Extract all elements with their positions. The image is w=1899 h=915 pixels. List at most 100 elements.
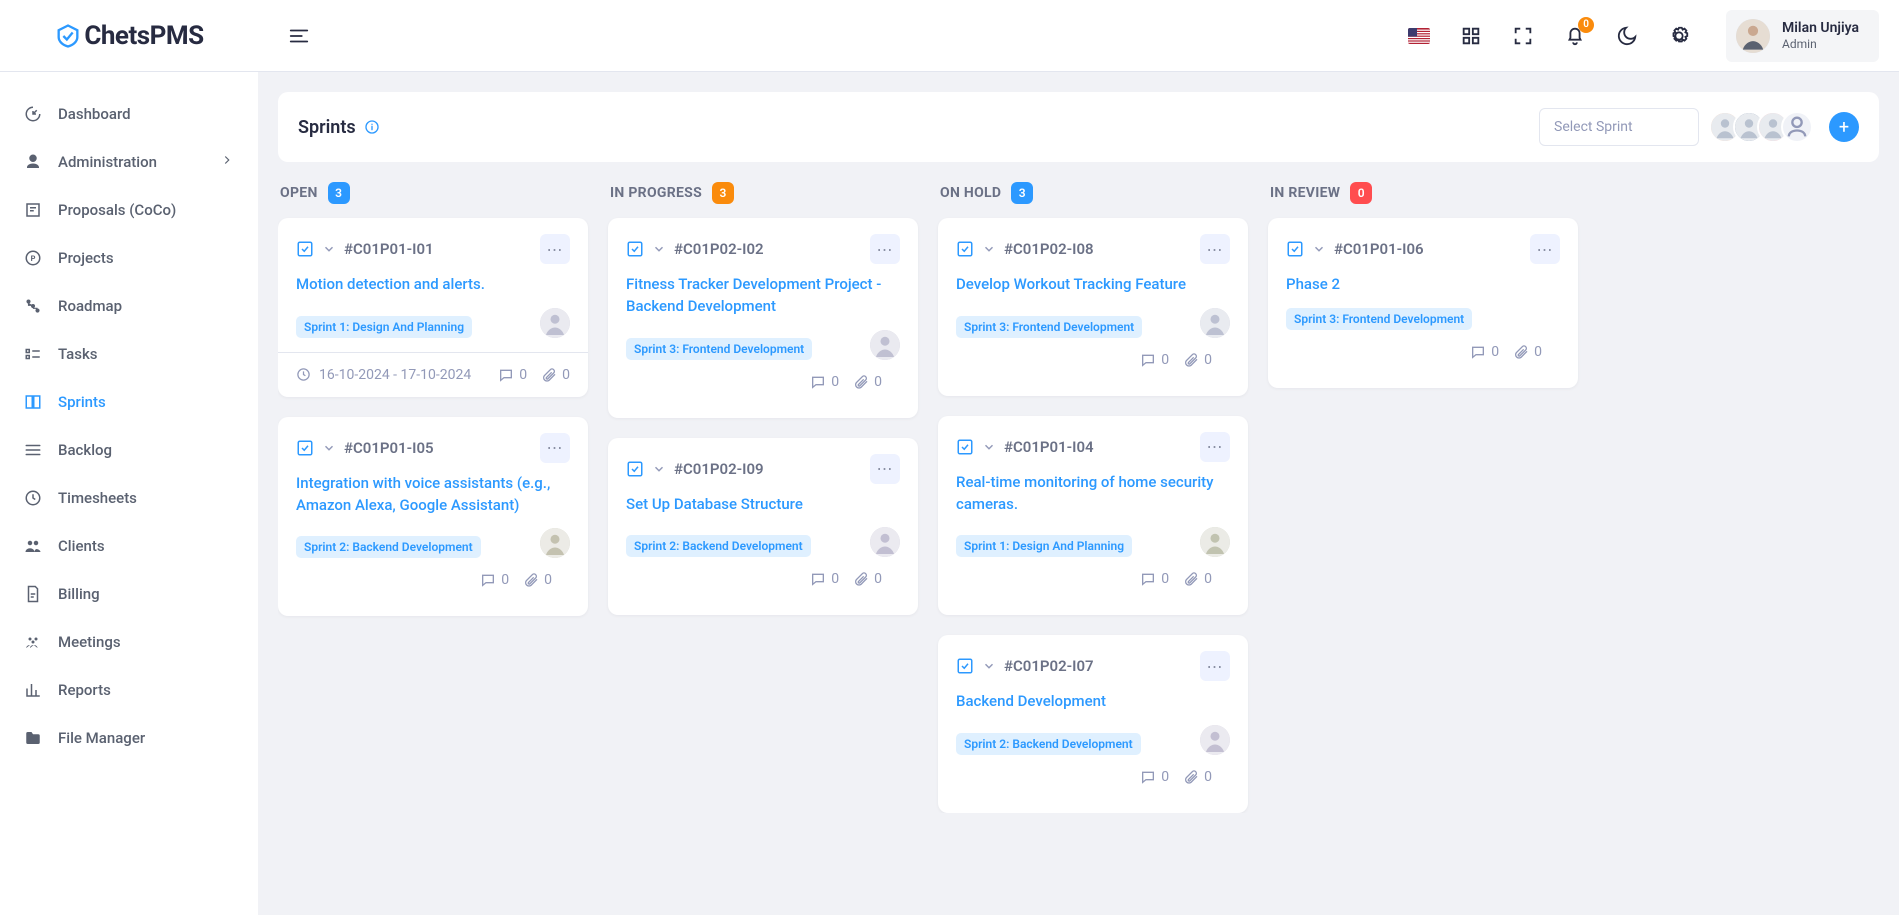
nav-item-label: Roadmap <box>58 297 122 315</box>
sprint-tag: Sprint 1: Design And Planning <box>956 535 1132 557</box>
card-menu-button[interactable]: ⋯ <box>1530 234 1560 264</box>
chevron-down-icon[interactable] <box>322 441 336 455</box>
nav-item-projects[interactable]: Projects <box>0 234 258 282</box>
assignee-avatar[interactable] <box>870 527 900 557</box>
chevron-down-icon[interactable] <box>982 440 996 454</box>
attachments-count: 0 <box>853 571 882 587</box>
info-icon[interactable] <box>364 119 380 135</box>
comments-count: 0 <box>498 367 527 383</box>
chevron-down-icon[interactable] <box>982 242 996 256</box>
nav-item-label: Billing <box>58 585 100 603</box>
sprints-icon <box>24 393 42 411</box>
card-menu-button[interactable]: ⋯ <box>1200 432 1230 462</box>
comments-count: 0 <box>810 374 839 390</box>
card-title[interactable]: Fitness Tracker Development Project - Ba… <box>626 274 900 318</box>
nav-item-meetings[interactable]: Meetings <box>0 618 258 666</box>
logo-text: ChetsPMS <box>84 21 203 51</box>
apps-grid-icon[interactable] <box>1460 25 1482 47</box>
sprint-tag: Sprint 3: Frontend Development <box>626 338 812 360</box>
card-menu-button[interactable]: ⋯ <box>540 234 570 264</box>
column-count-badge: 3 <box>712 182 734 204</box>
member-avatar-more[interactable] <box>1781 111 1813 143</box>
chevron-down-icon[interactable] <box>652 462 666 476</box>
card[interactable]: #C01P02-I07 ⋯ Backend Development Sprint… <box>938 635 1248 813</box>
card-footer: 0 0 <box>956 769 1230 799</box>
sprint-select[interactable]: Select Sprint <box>1539 108 1699 146</box>
language-flag-icon[interactable] <box>1408 28 1430 44</box>
comments-count: 0 <box>1140 352 1169 368</box>
assignee-avatar[interactable] <box>1200 527 1230 557</box>
user-menu[interactable]: Milan Unjiya Admin <box>1726 10 1879 62</box>
comments-count: 0 <box>1470 344 1499 360</box>
card-title[interactable]: Develop Workout Tracking Feature <box>956 274 1230 296</box>
card-title[interactable]: Phase 2 <box>1286 274 1560 296</box>
add-member-button[interactable]: + <box>1829 112 1859 142</box>
nav-item-roadmap[interactable]: Roadmap <box>0 282 258 330</box>
chevron-down-icon[interactable] <box>982 659 996 673</box>
fullscreen-icon[interactable] <box>1512 25 1534 47</box>
card-title[interactable]: Backend Development <box>956 691 1230 713</box>
card-title[interactable]: Set Up Database Structure <box>626 494 900 516</box>
card-menu-button[interactable]: ⋯ <box>870 454 900 484</box>
card[interactable]: #C01P01-I04 ⋯ Real-time monitoring of ho… <box>938 416 1248 616</box>
column-header: IN REVIEW 0 <box>1268 182 1578 204</box>
nav-item-backlog[interactable]: Backlog <box>0 426 258 474</box>
card-date: 16-10-2024 - 17-10-2024 <box>296 367 471 383</box>
card[interactable]: #C01P02-I09 ⋯ Set Up Database Structure … <box>608 438 918 616</box>
card[interactable]: #C01P01-I01 ⋯ Motion detection and alert… <box>278 218 588 397</box>
assignee-avatar[interactable] <box>1200 725 1230 755</box>
chevron-down-icon[interactable] <box>652 242 666 256</box>
theme-toggle-icon[interactable] <box>1616 25 1638 47</box>
nav-item-clients[interactable]: Clients <box>0 522 258 570</box>
assignee-avatar[interactable] <box>870 330 900 360</box>
sidebar: ChetsPMS Dashboard Administration Propos… <box>0 0 258 915</box>
column-onhold: ON HOLD 3 #C01P02-I08 ⋯ Develop Workout … <box>938 182 1248 813</box>
comments-count: 0 <box>1140 571 1169 587</box>
nav-item-dashboard[interactable]: Dashboard <box>0 90 258 138</box>
column-count-badge: 3 <box>1011 182 1033 204</box>
card-menu-button[interactable]: ⋯ <box>1200 234 1230 264</box>
nav-item-tasks[interactable]: Tasks <box>0 330 258 378</box>
nav-item-label: Clients <box>58 537 105 555</box>
nav-item-proposals-coco-[interactable]: Proposals (CoCo) <box>0 186 258 234</box>
notifications-icon[interactable]: 0 <box>1564 25 1586 47</box>
nav-item-file-manager[interactable]: File Manager <box>0 714 258 762</box>
chevron-down-icon[interactable] <box>1312 242 1326 256</box>
chevron-down-icon[interactable] <box>322 242 336 256</box>
column-title: OPEN <box>280 185 318 201</box>
card-footer: 0 0 <box>956 352 1230 382</box>
card[interactable]: #C01P02-I02 ⋯ Fitness Tracker Developmen… <box>608 218 918 418</box>
assignee-avatar[interactable] <box>540 528 570 558</box>
card[interactable]: #C01P01-I06 ⋯ Phase 2 Sprint 3: Frontend… <box>1268 218 1578 388</box>
backlog-icon <box>24 441 42 459</box>
card-id: #C01P01-I05 <box>344 439 434 457</box>
tasks-icon <box>24 345 42 363</box>
assignee-avatar[interactable] <box>1200 308 1230 338</box>
card-menu-button[interactable]: ⋯ <box>540 433 570 463</box>
nav-item-label: Backlog <box>58 441 112 459</box>
nav-item-sprints[interactable]: Sprints <box>0 378 258 426</box>
nav-item-billing[interactable]: Billing <box>0 570 258 618</box>
issue-type-icon <box>956 438 974 456</box>
comments-count: 0 <box>480 572 509 588</box>
card[interactable]: #C01P02-I08 ⋯ Develop Workout Tracking F… <box>938 218 1248 396</box>
user-role: Admin <box>1782 37 1859 51</box>
menu-toggle-icon[interactable] <box>288 25 310 47</box>
assignee-avatar[interactable] <box>540 308 570 338</box>
column-title: IN REVIEW <box>1270 185 1340 201</box>
header: 0 Milan Unjiya Admin <box>258 0 1899 72</box>
logo[interactable]: ChetsPMS <box>0 0 258 72</box>
card-menu-button[interactable]: ⋯ <box>1200 651 1230 681</box>
nav-item-timesheets[interactable]: Timesheets <box>0 474 258 522</box>
card-menu-button[interactable]: ⋯ <box>870 234 900 264</box>
card-title[interactable]: Integration with voice assistants (e.g.,… <box>296 473 570 517</box>
settings-icon[interactable] <box>1668 25 1690 47</box>
nav: Dashboard Administration Proposals (CoCo… <box>0 72 258 915</box>
nav-item-administration[interactable]: Administration <box>0 138 258 186</box>
sprint-tag: Sprint 3: Frontend Development <box>956 316 1142 338</box>
card-id: #C01P02-I07 <box>1004 657 1094 675</box>
nav-item-reports[interactable]: Reports <box>0 666 258 714</box>
card[interactable]: #C01P01-I05 ⋯ Integration with voice ass… <box>278 417 588 617</box>
card-title[interactable]: Real-time monitoring of home security ca… <box>956 472 1230 516</box>
card-title[interactable]: Motion detection and alerts. <box>296 274 570 296</box>
